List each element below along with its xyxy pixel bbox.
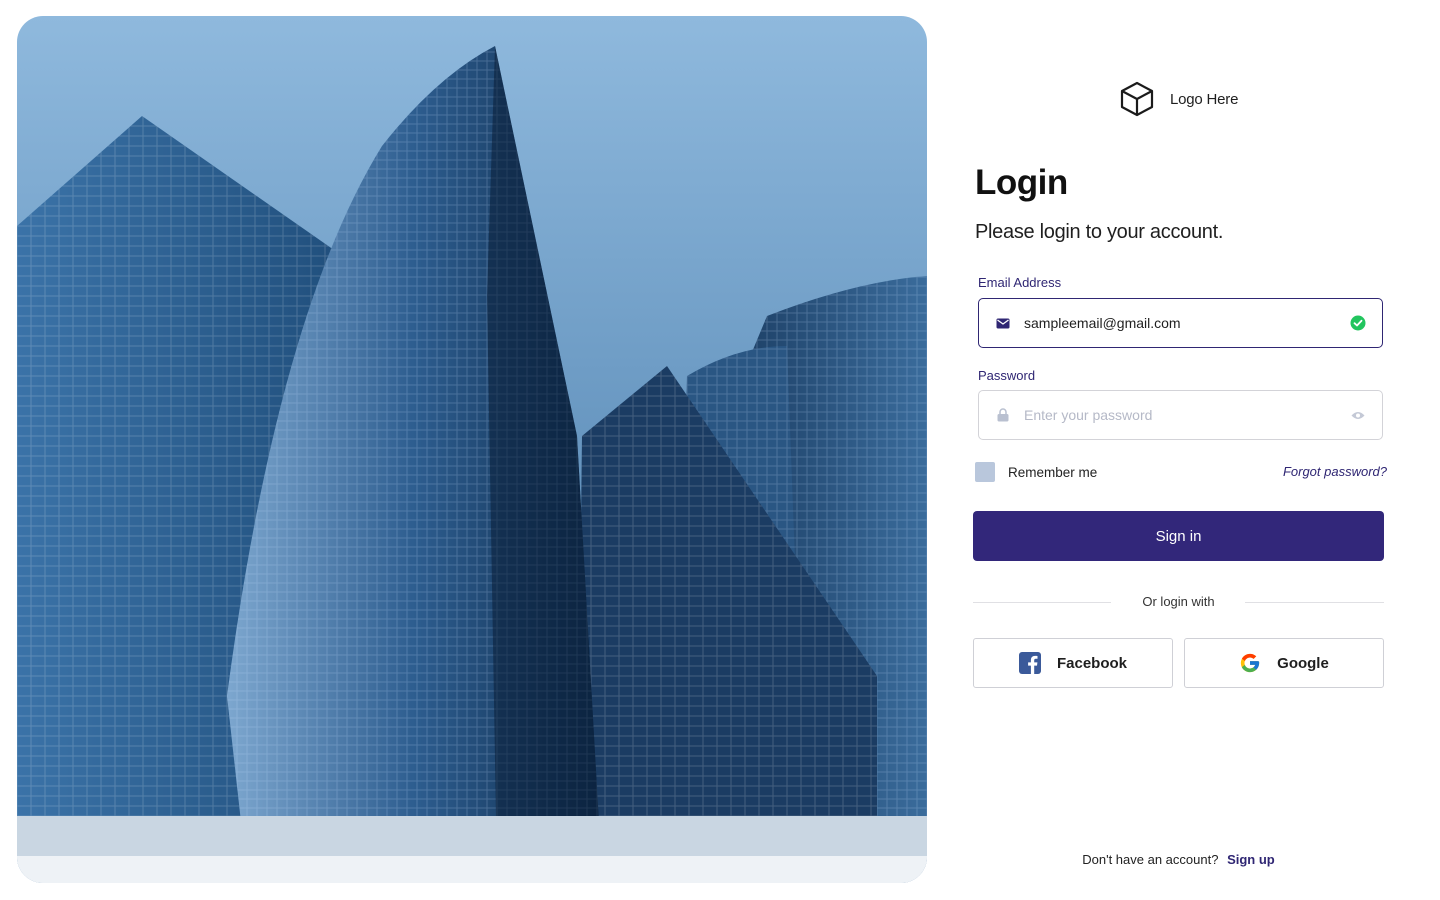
- page-title: Login: [975, 163, 1068, 202]
- email-label: Email Address: [978, 275, 1062, 290]
- sign-up-link[interactable]: Sign up: [1227, 852, 1275, 867]
- skyscrapers-illustration: [17, 16, 927, 883]
- lock-icon: [994, 406, 1012, 424]
- logo-text: Logo Here: [1170, 90, 1239, 108]
- google-login-button[interactable]: Google: [1184, 638, 1384, 688]
- password-input[interactable]: [1024, 407, 1349, 423]
- forgot-password-link[interactable]: Forgot password?: [1283, 464, 1387, 479]
- email-input[interactable]: [1024, 315, 1349, 331]
- divider-line-right: [1245, 602, 1384, 603]
- logo[interactable]: Logo Here: [1118, 80, 1238, 118]
- page-subtitle: Please login to your account.: [975, 221, 1224, 243]
- facebook-label: Facebook: [1056, 654, 1128, 672]
- check-circle-icon: [1349, 314, 1367, 332]
- signup-prompt: Don't have an account?: [1082, 852, 1219, 867]
- remember-checkbox[interactable]: [975, 462, 995, 482]
- password-field[interactable]: [978, 390, 1383, 440]
- password-label: Password: [978, 368, 1036, 383]
- facebook-login-button[interactable]: Facebook: [973, 638, 1173, 688]
- cube-icon: [1120, 81, 1154, 117]
- remember-me[interactable]: Remember me: [975, 462, 1097, 482]
- facebook-icon: [1018, 652, 1041, 674]
- sign-in-button[interactable]: Sign in: [973, 511, 1384, 561]
- login-panel: Logo Here Login Please login to your acc…: [973, 0, 1387, 900]
- hero-image: [17, 16, 927, 883]
- eye-icon[interactable]: [1349, 406, 1367, 424]
- signup-row: Don't have an account? Sign up: [973, 852, 1384, 867]
- email-field[interactable]: [978, 298, 1383, 348]
- google-label: Google: [1277, 654, 1329, 672]
- google-icon: [1240, 653, 1260, 673]
- remember-label: Remember me: [1008, 464, 1098, 480]
- mail-icon: [994, 314, 1012, 332]
